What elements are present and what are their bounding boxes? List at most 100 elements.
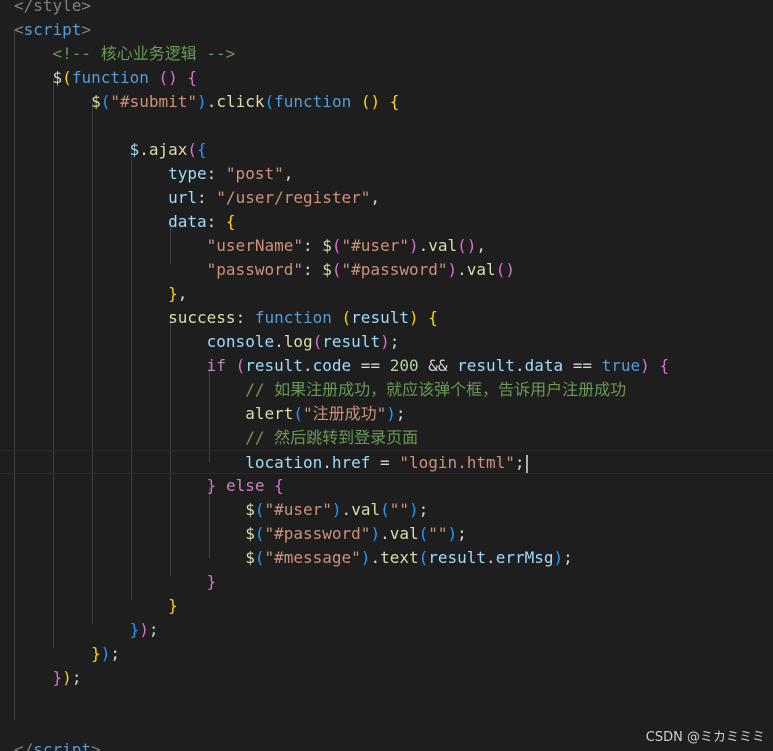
code-token: ( [235, 356, 246, 375]
code-token: . [206, 92, 217, 111]
code-token: $ [245, 524, 255, 543]
code-token: . [341, 500, 352, 519]
code-token: ( [293, 404, 303, 423]
code-line[interactable]: } [0, 594, 773, 618]
code-line[interactable]: "userName": $("#user").val(), [0, 234, 773, 258]
code-line[interactable] [0, 690, 773, 714]
code-line[interactable]: } [0, 570, 773, 594]
code-token: == [563, 356, 602, 375]
code-token: , [283, 164, 294, 183]
code-token: </ [14, 740, 34, 751]
code-line[interactable]: success: function (result) { [0, 306, 773, 330]
code-token: : [197, 188, 217, 207]
code-token: , [177, 284, 188, 303]
code-token: ( [312, 332, 323, 351]
code-line[interactable]: }); [0, 642, 773, 666]
code-token: = [370, 453, 400, 472]
code-token: { [197, 140, 207, 159]
code-line[interactable]: <!-- 核心业务逻辑 --> [0, 42, 773, 66]
code-line[interactable]: $(function () { [0, 66, 773, 90]
code-token: type [168, 164, 207, 183]
code-line[interactable]: }); [0, 666, 773, 690]
code-line[interactable]: type: "post", [0, 162, 773, 186]
code-token: ) [331, 500, 342, 519]
code-token: location [245, 453, 323, 472]
code-line[interactable]: $("#password").val(""); [0, 522, 773, 546]
code-token: } [206, 572, 217, 591]
code-token: ( [418, 524, 429, 543]
code-token: > [91, 740, 101, 751]
code-token: href [331, 453, 371, 472]
code-token: ) [62, 668, 72, 687]
code-line[interactable]: }, [0, 282, 773, 306]
code-token: { [274, 476, 284, 495]
code-token: . [457, 260, 467, 279]
code-line[interactable]: </style> [0, 0, 773, 18]
code-token: { [389, 92, 400, 111]
code-line[interactable]: console.log(result); [0, 330, 773, 354]
code-token: "/user/register" [216, 188, 371, 207]
code-token: true [601, 356, 641, 375]
code-token: , [476, 236, 487, 255]
code-token: . [370, 548, 381, 567]
watermark: CSDN @ミカミミミ [645, 730, 765, 745]
code-token: == [351, 356, 390, 375]
code-line[interactable]: $("#user").val(""); [0, 498, 773, 522]
code-line[interactable]: alert("注册成功"); [0, 402, 773, 426]
code-token: ; [148, 620, 159, 639]
code-token: ) [640, 356, 650, 375]
code-token: < [14, 20, 24, 39]
code-token: { [659, 356, 670, 375]
code-token: { [225, 212, 236, 231]
code-token: "" [389, 500, 409, 519]
code-token: "#user" [341, 236, 409, 255]
code-token: val [466, 260, 496, 279]
code-line[interactable]: <script> [0, 18, 773, 42]
code-token: click [216, 92, 265, 111]
code-line[interactable]: }); [0, 618, 773, 642]
code-line[interactable]: location.href = "login.html"; [0, 450, 773, 474]
code-line[interactable]: $("#submit").click(function () { [0, 90, 773, 114]
code-token: "" [428, 524, 448, 543]
code-token: . [274, 332, 284, 351]
code-line[interactable]: $("#message").text(result.errMsg); [0, 546, 773, 570]
code-token: { [428, 308, 438, 327]
code-token: 200 [389, 356, 419, 375]
code-line[interactable]: // 如果注册成功，就应该弹个框，告诉用户注册成功 [0, 378, 773, 402]
code-line[interactable]: $.ajax({ [0, 138, 773, 162]
code-token: "注册成功" [303, 404, 387, 423]
code-token: url [168, 188, 198, 207]
code-editor[interactable]: </style> <script> <!-- 核心业务逻辑 --> $(funct… [0, 0, 773, 751]
code-line[interactable]: } else { [0, 474, 773, 498]
code-token: () [457, 236, 477, 255]
code-line[interactable] [0, 114, 773, 138]
code-token: result [322, 332, 381, 351]
code-token: errMsg [495, 548, 554, 567]
code-token: > [81, 20, 92, 39]
code-token: result [428, 548, 487, 567]
code-token: ; [395, 404, 406, 423]
code-line[interactable]: "password": $("#password").val() [0, 258, 773, 282]
code-token: ( [331, 236, 342, 255]
code-line[interactable]: data: { [0, 210, 773, 234]
code-token: ) [447, 524, 458, 543]
code-token: $ [245, 500, 255, 519]
code-token: data [524, 356, 564, 375]
code-line[interactable]: // 然后跳转到登录页面 [0, 426, 773, 450]
code-line[interactable]: url: "/user/register", [0, 186, 773, 210]
code-line[interactable]: if (result.code == 200 && result.data ==… [0, 354, 773, 378]
code-token: result [351, 308, 409, 327]
